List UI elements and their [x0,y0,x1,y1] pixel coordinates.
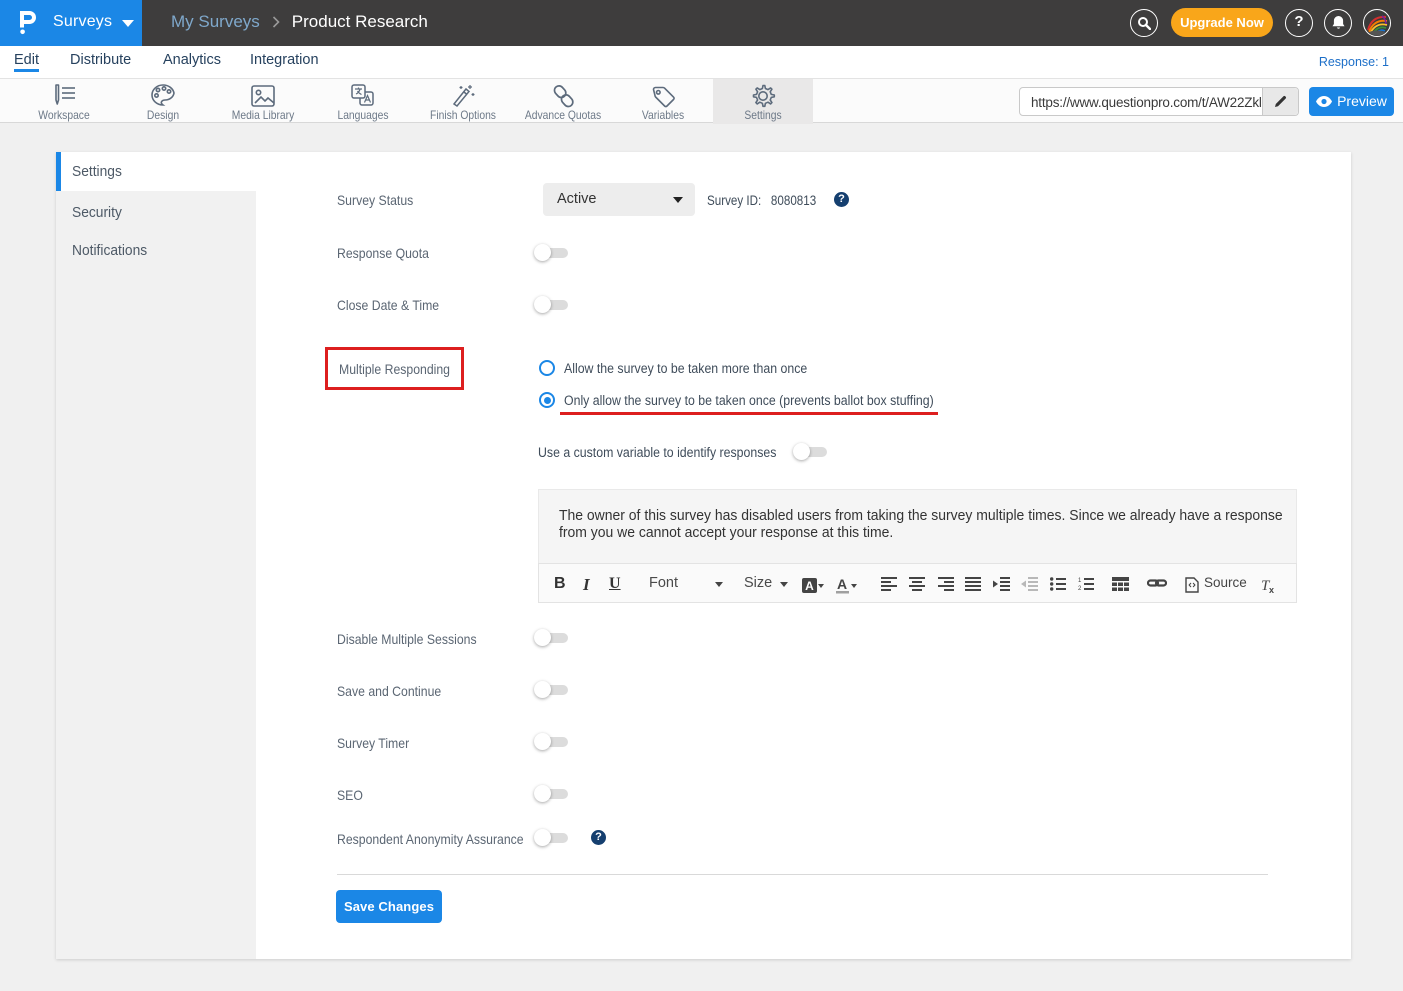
svg-text:A: A [837,577,847,592]
svg-text:1: 1 [1078,578,1082,584]
svg-text:A: A [805,579,814,593]
svg-text:x: x [1269,585,1274,593]
svg-text:2: 2 [1078,586,1082,591]
